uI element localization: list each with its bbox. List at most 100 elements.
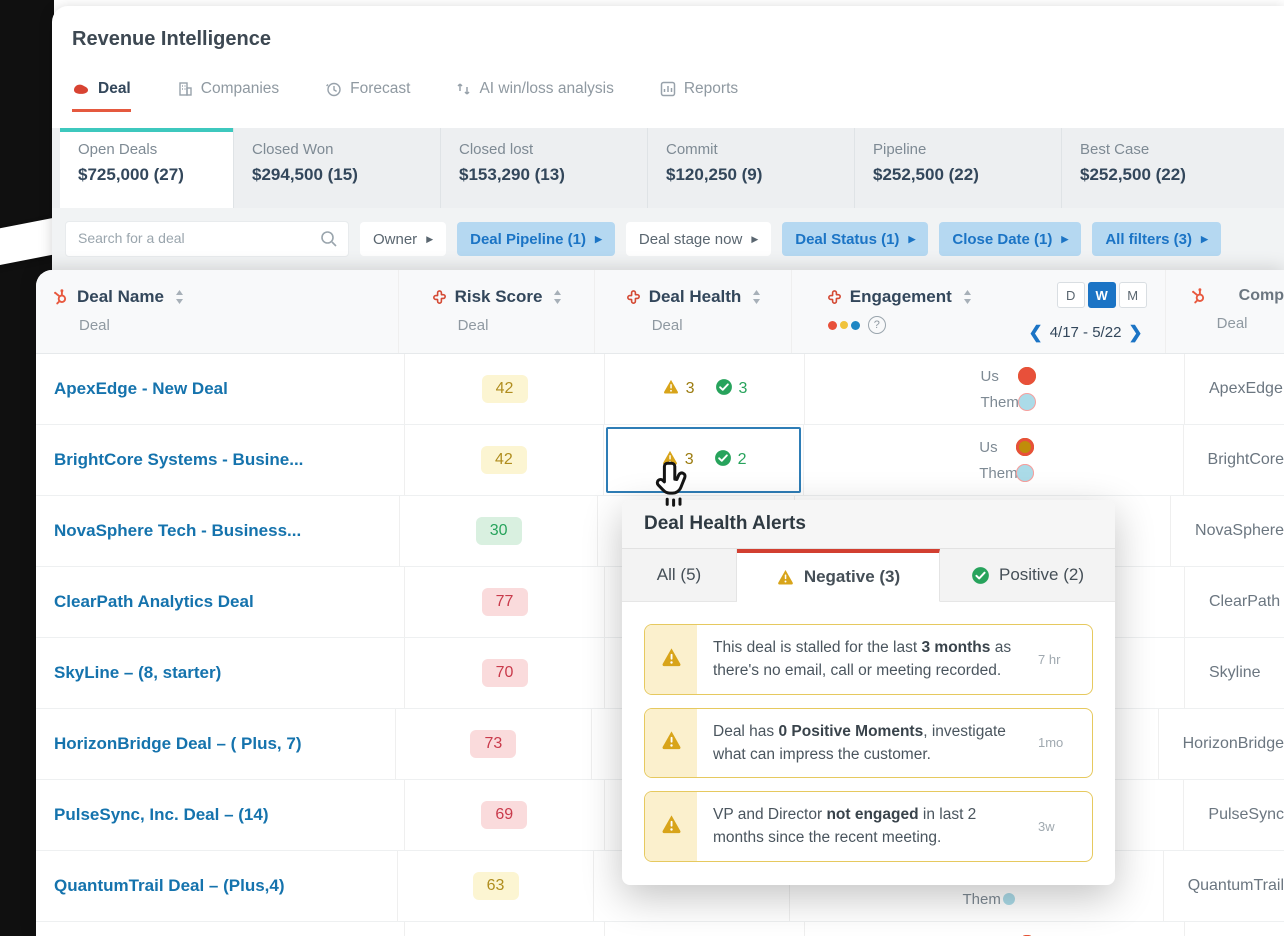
summary-card-open-deals[interactable]: Open Deals $725,000 (27) [60, 128, 233, 208]
engagement-us-row: Us [979, 438, 1041, 456]
company-cell: NovaSphere [1171, 496, 1284, 566]
company-name: HorizonBridge [1159, 735, 1284, 753]
alert-text-segment: 0 Positive Moments [778, 723, 923, 740]
search-input[interactable] [66, 222, 318, 254]
gong-icon [826, 289, 843, 306]
deal-name-link[interactable]: SkyLine – (8, starter) [36, 663, 221, 683]
popup-tab-label: All (5) [657, 565, 701, 585]
deal-name-link[interactable]: ClearPath Analytics Deal [36, 592, 254, 612]
engagement-them-row: Them [979, 464, 1041, 482]
engagement-them-row: Them [963, 890, 1025, 908]
column-title: Engagement [850, 287, 952, 307]
alert-text-segment: VP and Director [713, 806, 826, 823]
popup-tabs: All (5) Negative (3) Positive (2) [622, 549, 1115, 602]
alert-icon-strip [645, 792, 697, 861]
engagement-dot [1017, 465, 1033, 481]
popup-tab-positive[interactable]: Positive (2) [940, 549, 1115, 601]
deal-name-link[interactable]: BrightCore Systems - Busine... [36, 450, 303, 470]
tab-ai-winloss[interactable]: AI win/loss analysis [456, 80, 613, 112]
column-header-deal-name[interactable]: Deal Name Deal [36, 270, 399, 353]
engagement-dot [1018, 367, 1036, 385]
summary-card-commit[interactable]: Commit $120,250 (9) [647, 128, 854, 208]
summary-card-closed-won[interactable]: Closed Won $294,500 (15) [233, 128, 440, 208]
filter-bar: Owner ▶ Deal Pipeline (1)▶ Deal stage now… [52, 208, 1284, 270]
sort-button[interactable] [553, 290, 562, 304]
risk-score-cell: 70 [405, 638, 605, 708]
filter-all-filters[interactable]: All filters (3)▶ [1092, 222, 1221, 256]
filter-owner[interactable]: Owner ▶ [360, 222, 446, 256]
deal-gong-icon [72, 82, 90, 96]
deal-health-cell[interactable]: 32 [604, 425, 804, 495]
sort-button[interactable] [752, 290, 761, 304]
filter-deal-status[interactable]: Deal Status (1)▶ [782, 222, 928, 256]
filter-deal-pipeline[interactable]: Deal Pipeline (1)▶ [457, 222, 615, 256]
popup-tab-negative[interactable]: Negative (3) [737, 549, 940, 602]
check-circle-icon [971, 566, 990, 585]
company-cell: HorizonBridge [1159, 709, 1284, 779]
column-header-deal-health[interactable]: Deal Health Deal [595, 270, 791, 353]
column-header-company[interactable]: Comp Deal [1166, 270, 1284, 353]
reports-icon [660, 81, 676, 97]
help-icon[interactable]: ? [868, 316, 886, 334]
column-header-risk-score[interactable]: Risk Score Deal [399, 270, 595, 353]
card-label: Best Case [1080, 141, 1266, 158]
deal-name-link[interactable]: PulseSync, Inc. Deal – (14) [36, 805, 268, 825]
tab-reports[interactable]: Reports [660, 80, 738, 112]
company-name: BrightCore [1184, 451, 1284, 469]
filter-close-date[interactable]: Close Date (1)▶ [939, 222, 1081, 256]
popup-title: Deal Health Alerts [622, 500, 1115, 549]
company-cell: PulseSync [1184, 780, 1284, 850]
alert-timestamp: 7 hr [1038, 625, 1092, 694]
period-day-button[interactable]: D [1057, 282, 1085, 308]
positive-count: 3 [739, 380, 748, 398]
tab-deal[interactable]: Deal [72, 80, 131, 112]
company-cell [1185, 922, 1284, 936]
popup-tab-all[interactable]: All (5) [622, 549, 737, 601]
deal-name-cell [36, 922, 405, 936]
period-month-button[interactable]: M [1119, 282, 1147, 308]
caret-icon: ▶ [908, 235, 915, 244]
company-name: Skyline [1185, 664, 1261, 682]
tab-companies[interactable]: Companies [177, 80, 279, 112]
sort-button[interactable] [175, 290, 184, 304]
alert-card[interactable]: This deal is stalled for the last 3 mont… [644, 624, 1093, 695]
period-week-button[interactable]: W [1088, 282, 1116, 308]
check-circle-icon [715, 378, 733, 401]
deal-name-link[interactable]: ApexEdge - New Deal [36, 379, 228, 399]
alert-card[interactable]: VP and Director not engaged in last 2 mo… [644, 791, 1093, 862]
engagement-them-row: Them [981, 393, 1043, 411]
deal-name-cell: PulseSync, Inc. Deal – (14) [36, 780, 405, 850]
company-cell: QuantumTrail [1164, 851, 1284, 921]
summary-card-closed-lost[interactable]: Closed lost $153,290 (13) [440, 128, 647, 208]
column-title: Risk Score [455, 287, 543, 307]
legend-red-dot [828, 321, 837, 330]
tab-forecast[interactable]: Forecast [325, 80, 410, 112]
engagement-dot [1019, 441, 1031, 453]
tab-companies-label: Companies [201, 80, 279, 98]
period-toggle: D W M [1057, 282, 1147, 308]
deal-name-link[interactable]: NovaSphere Tech - Business... [36, 521, 301, 541]
deal-name-link[interactable]: HorizonBridge Deal – ( Plus, 7) [36, 734, 302, 754]
ai-winloss-icon [456, 81, 471, 97]
sort-button[interactable] [963, 290, 972, 304]
hubspot-icon [52, 288, 70, 306]
column-header-engagement[interactable]: Engagement ? D W M ❮ 4/17 - 5/22 ❯ [792, 270, 1166, 353]
date-range-nav: ❮ 4/17 - 5/22 ❯ [1028, 324, 1142, 341]
alert-icon-strip [645, 625, 697, 694]
caret-icon: ▶ [426, 235, 433, 244]
card-value: $120,250 (9) [666, 165, 836, 185]
risk-score-cell [405, 922, 605, 936]
filter-label: Owner [373, 231, 417, 248]
risk-score-badge: 63 [473, 872, 519, 900]
filter-deal-stage[interactable]: Deal stage now▶ [626, 222, 771, 256]
search-icon [319, 229, 339, 249]
next-range-icon[interactable]: ❯ [1128, 324, 1142, 341]
risk-score-cell: 73 [396, 709, 591, 779]
deal-name-link[interactable]: QuantumTrail Deal – (Plus,4) [36, 876, 285, 896]
prev-range-icon[interactable]: ❮ [1028, 324, 1042, 341]
summary-card-pipeline[interactable]: Pipeline $252,500 (22) [854, 128, 1061, 208]
deal-health-cell[interactable]: 33 [605, 354, 805, 424]
summary-card-best-case[interactable]: Best Case $252,500 (22) [1061, 128, 1284, 208]
deal-health-cell[interactable] [605, 922, 805, 936]
alert-card[interactable]: Deal has 0 Positive Moments, investigate… [644, 708, 1093, 779]
